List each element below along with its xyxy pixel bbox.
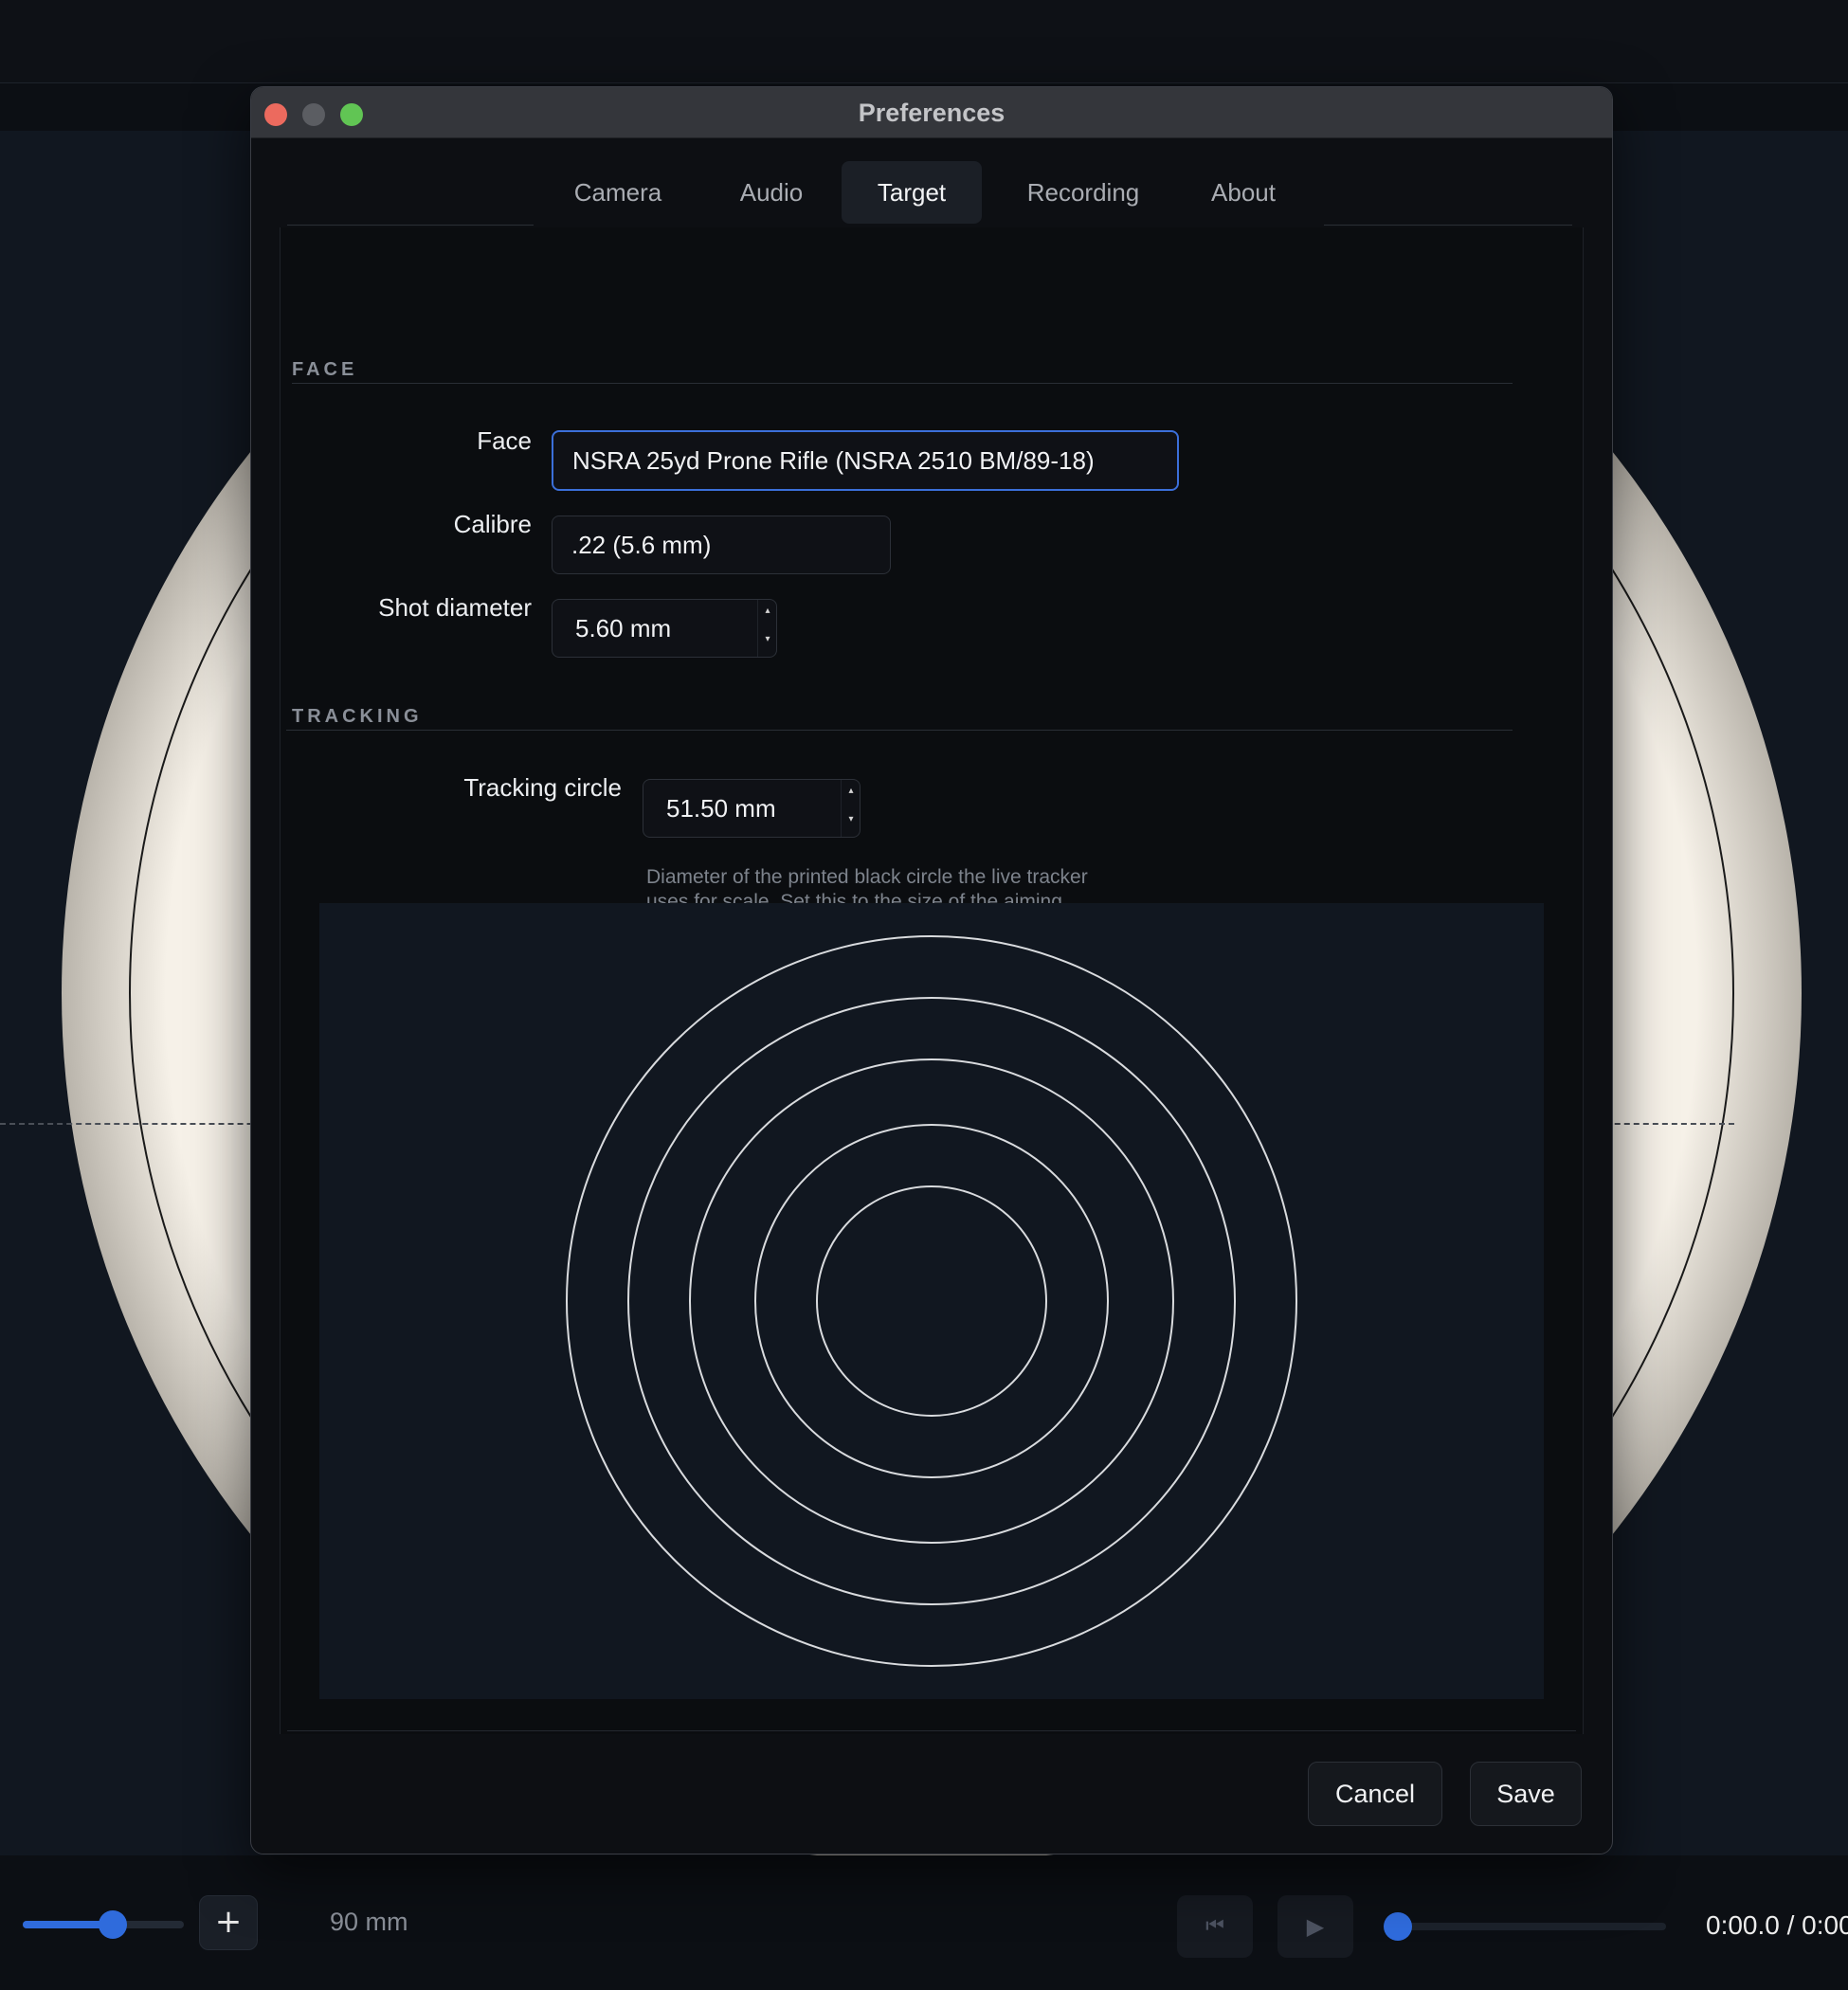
tab-audio[interactable]: Audio	[710, 161, 833, 224]
tab-bar-divider	[1324, 225, 1572, 226]
target-ring-5	[816, 1185, 1047, 1417]
title-bar: Preferences	[251, 87, 1612, 138]
face-select[interactable]: NSRA 25yd Prone Rifle (NSRA 2510 BM/89-1…	[552, 430, 1179, 491]
tracking-circle-label: Tracking circle	[463, 773, 622, 802]
stepper-down-icon[interactable]: ▾	[758, 628, 777, 657]
skip-back-button[interactable]: ⏮	[1177, 1895, 1253, 1958]
tracking-circle-stepper-arrows: ▴ ▾	[841, 780, 860, 837]
face-value: NSRA 25yd Prone Rifle (NSRA 2510 BM/89-1…	[572, 445, 1095, 475]
timeline-scrubber[interactable]	[1384, 1912, 1666, 1941]
tracking-circle-value: 51.50 mm	[666, 793, 776, 823]
section-title-tracking: TRACKING	[292, 706, 423, 727]
stepper-up-icon[interactable]: ▴	[758, 600, 777, 628]
shot-diameter-value: 5.60 mm	[575, 613, 672, 642]
calibre-select[interactable]: .22 (5.6 mm)	[552, 516, 891, 574]
target-ring-3	[689, 1058, 1174, 1544]
zoom-readout: 90 mm	[330, 1908, 408, 1936]
target-ring-1	[566, 935, 1297, 1667]
play-icon: ▶	[1306, 1913, 1325, 1940]
window-title: Preferences	[858, 99, 1006, 127]
tab-recording[interactable]: Recording	[998, 161, 1169, 224]
calibre-label: Calibre	[453, 510, 532, 538]
tab-camera[interactable]: Camera	[542, 161, 694, 224]
section-divider	[286, 730, 1513, 731]
stepper-up-icon[interactable]: ▴	[842, 780, 861, 808]
face-label: Face	[477, 426, 532, 455]
timeline-thumb[interactable]	[1384, 1912, 1412, 1941]
shot-diameter-stepper[interactable]: 5.60 mm ▴ ▾	[552, 599, 777, 658]
tracking-circle-stepper[interactable]: 51.50 mm ▴ ▾	[643, 779, 861, 838]
zoom-in-button[interactable]: +	[199, 1895, 258, 1950]
play-button[interactable]: ▶	[1277, 1895, 1353, 1958]
time-readout: 0:00.0 / 0:00	[1706, 1910, 1848, 1940]
preferences-dialog: Preferences Camera Audio Target Recordin…	[250, 86, 1613, 1854]
shot-diameter-stepper-arrows: ▴ ▾	[757, 600, 776, 657]
app-toolbar	[0, 0, 1848, 83]
save-button[interactable]: Save	[1470, 1762, 1582, 1826]
zoom-slider-thumb[interactable]	[98, 1910, 127, 1939]
section-title-face: FACE	[292, 359, 358, 380]
tab-bar-divider	[287, 225, 534, 226]
zoom-slider[interactable]	[23, 1910, 184, 1939]
skip-back-icon: ⏮	[1205, 1914, 1224, 1938]
target-ring-2	[627, 997, 1236, 1605]
tab-target[interactable]: Target	[842, 161, 982, 224]
tab-about[interactable]: About	[1184, 161, 1303, 224]
cancel-button[interactable]: Cancel	[1308, 1762, 1442, 1826]
stepper-down-icon[interactable]: ▾	[842, 808, 861, 837]
timeline-track	[1384, 1923, 1666, 1930]
section-divider	[292, 383, 1513, 384]
calibre-value: .22 (5.6 mm)	[571, 530, 712, 559]
tab-bar: Camera Audio Target Recording About	[251, 161, 1612, 227]
shot-diameter-label: Shot diameter	[378, 593, 532, 622]
target-ring-4	[754, 1124, 1109, 1478]
target-preview	[319, 903, 1544, 1699]
footer-divider	[287, 1730, 1576, 1731]
